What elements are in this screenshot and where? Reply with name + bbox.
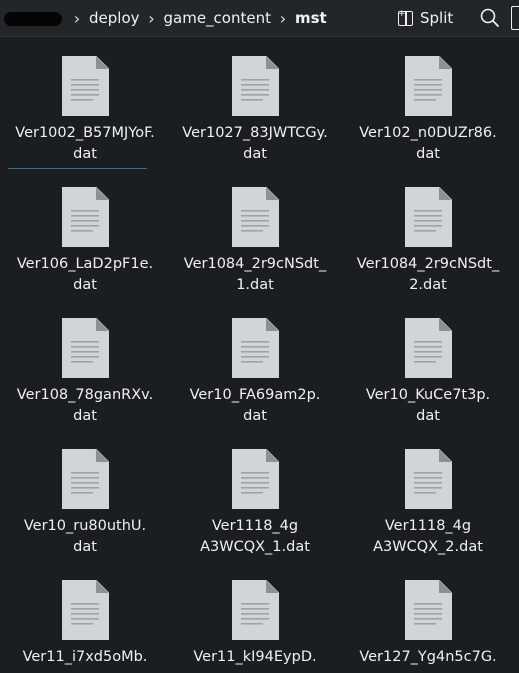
file-name-line1: Ver10_KuCe7t3p. (365, 387, 491, 403)
text-file-icon (58, 55, 112, 117)
search-icon[interactable] (478, 6, 502, 30)
file-name-label: Ver1118_4g A3WCQX_1.dat (170, 516, 340, 558)
file-name-line2: 2.dat (409, 277, 447, 293)
split-view-icon (398, 9, 413, 26)
text-file-icon (228, 579, 282, 641)
file-item[interactable]: Ver127_Yg4n5c7G. (343, 561, 513, 673)
file-name-label: Ver1084_2r9cNSdt_ 1.dat (170, 254, 340, 296)
text-file-icon (58, 317, 112, 379)
text-file-icon (401, 579, 455, 641)
text-file-icon (401, 186, 455, 248)
location-toolbar: › deploy › game_content › mst Split (0, 0, 519, 37)
file-name-line1: Ver106_LaD2pF1e. (16, 256, 154, 272)
file-item[interactable]: Ver102_n0DUZr86.dat (343, 37, 513, 163)
file-name-label: Ver106_LaD2pF1e.dat (0, 254, 170, 296)
file-name-line2: A3WCQX_2.dat (373, 539, 483, 555)
file-name-line2: dat (73, 408, 97, 424)
file-name-label: Ver10_FA69am2p.dat (170, 385, 340, 427)
file-item[interactable]: Ver1084_2r9cNSdt_ 1.dat (170, 168, 340, 294)
file-item[interactable]: Ver11_i7xd5oMb. (0, 561, 170, 673)
text-file-icon (58, 448, 112, 510)
file-name-label: Ver10_KuCe7t3p.dat (343, 385, 513, 427)
breadcrumb-item-deploy[interactable]: deploy (88, 9, 141, 27)
file-name-label: Ver11_i7xd5oMb. (0, 647, 170, 668)
chevron-right-icon: › (279, 8, 287, 28)
file-name-line2: dat (73, 277, 97, 293)
text-file-icon (228, 317, 282, 379)
breadcrumb-item-mst[interactable]: mst (294, 9, 328, 27)
breadcrumb: › deploy › game_content › mst (66, 0, 328, 36)
file-item[interactable]: Ver1002_B57MJYoF.dat (0, 37, 170, 169)
file-name-line2: dat (73, 539, 97, 555)
file-name-line2: dat (243, 146, 267, 162)
file-item[interactable]: Ver106_LaD2pF1e.dat (0, 168, 170, 294)
file-name-line1: Ver1084_2r9cNSdt_ (356, 256, 500, 272)
file-item[interactable]: Ver1118_4g A3WCQX_2.dat (343, 430, 513, 556)
chevron-right-icon: › (73, 8, 81, 28)
file-item[interactable]: Ver11_kI94EypD. (170, 561, 340, 673)
file-name-line1: Ver1027_83JWTCGy. (182, 125, 328, 141)
file-name-line2: dat (243, 408, 267, 424)
file-name-line2: A3WCQX_1.dat (200, 539, 310, 555)
file-item[interactable]: Ver1084_2r9cNSdt_ 2.dat (343, 168, 513, 294)
file-item[interactable]: Ver108_78ganRXv.dat (0, 299, 170, 425)
file-name-label: Ver1002_B57MJYoF.dat (0, 123, 170, 165)
file-item[interactable]: Ver10_FA69am2p.dat (170, 299, 340, 425)
text-file-icon (228, 186, 282, 248)
file-name-line1: Ver10_FA69am2p. (189, 387, 321, 403)
file-name-label: Ver102_n0DUZr86.dat (343, 123, 513, 165)
redacted-path-segment[interactable] (4, 12, 62, 26)
split-button[interactable]: Split (398, 5, 453, 31)
file-name-line2: 1.dat (236, 277, 274, 293)
overflow-menu-button[interactable] (511, 6, 519, 30)
file-name-label: Ver108_78ganRXv.dat (0, 385, 170, 427)
file-item[interactable]: Ver10_KuCe7t3p.dat (343, 299, 513, 425)
file-name-line1: Ver1118_4g (211, 518, 299, 534)
chevron-right-icon: › (148, 8, 155, 28)
text-file-icon (401, 448, 455, 510)
file-name-line1: Ver11_i7xd5oMb. (22, 649, 148, 665)
file-name-line2: dat (73, 146, 97, 162)
text-file-icon (58, 186, 112, 248)
text-file-icon (58, 579, 112, 641)
text-file-icon (401, 317, 455, 379)
file-name-line1: Ver1118_4g (384, 518, 472, 534)
file-name-label: Ver127_Yg4n5c7G. (343, 647, 513, 668)
split-button-label: Split (420, 9, 454, 27)
file-name-label: Ver11_kI94EypD. (170, 647, 340, 668)
file-item[interactable]: Ver1118_4g A3WCQX_1.dat (170, 430, 340, 556)
breadcrumb-item-game-content[interactable]: game_content (163, 9, 272, 27)
file-name-line1: Ver1002_B57MJYoF. (15, 125, 155, 141)
file-name-line1: Ver10_ru80uthU. (23, 518, 147, 534)
file-item[interactable]: Ver10_ru80uthU.dat (0, 430, 170, 556)
file-name-line2: dat (416, 408, 440, 424)
file-grid: Ver1002_B57MJYoF.dat Ver1027_83JWTCGy.da… (0, 37, 519, 673)
file-name-label: Ver1027_83JWTCGy.dat (170, 123, 340, 165)
file-name-line1: Ver1084_2r9cNSdt_ (183, 256, 327, 272)
file-name-line2: dat (416, 146, 440, 162)
file-name-label: Ver1084_2r9cNSdt_ 2.dat (343, 254, 513, 296)
file-name-line1: Ver127_Yg4n5c7G. (359, 649, 497, 665)
file-name-label: Ver10_ru80uthU.dat (0, 516, 170, 558)
file-name-line1: Ver102_n0DUZr86. (359, 125, 497, 141)
text-file-icon (228, 448, 282, 510)
text-file-icon (228, 55, 282, 117)
file-item[interactable]: Ver1027_83JWTCGy.dat (170, 37, 340, 163)
file-name-line1: Ver11_kI94EypD. (193, 649, 317, 665)
file-name-label: Ver1118_4g A3WCQX_2.dat (343, 516, 513, 558)
text-file-icon (401, 55, 455, 117)
file-name-line1: Ver108_78ganRXv. (16, 387, 154, 403)
